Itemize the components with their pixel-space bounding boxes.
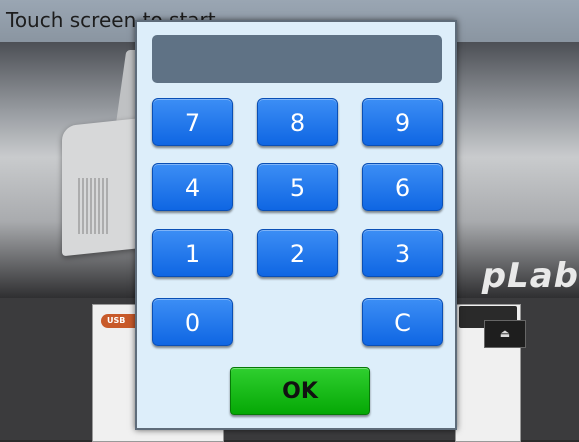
- key-2[interactable]: 2: [257, 229, 338, 277]
- ok-button[interactable]: OK: [230, 367, 370, 415]
- key-3[interactable]: 3: [362, 229, 443, 277]
- brand-logo: p̲Lab: [481, 256, 579, 296]
- key-7[interactable]: 7: [152, 98, 233, 146]
- key-1[interactable]: 1: [152, 229, 233, 277]
- key-9[interactable]: 9: [362, 98, 443, 146]
- pin-display: [152, 35, 442, 83]
- key-8[interactable]: 8: [257, 98, 338, 146]
- key-clear[interactable]: C: [362, 298, 443, 346]
- eject-icon: ⏏: [484, 320, 526, 348]
- device-vent: [78, 178, 108, 234]
- key-6[interactable]: 6: [362, 163, 443, 211]
- key-4[interactable]: 4: [152, 163, 233, 211]
- keypad-dialog: 7 8 9 4 5 6 1 2 3 0 C OK: [135, 20, 457, 430]
- key-0[interactable]: 0: [152, 298, 233, 346]
- key-5[interactable]: 5: [257, 163, 338, 211]
